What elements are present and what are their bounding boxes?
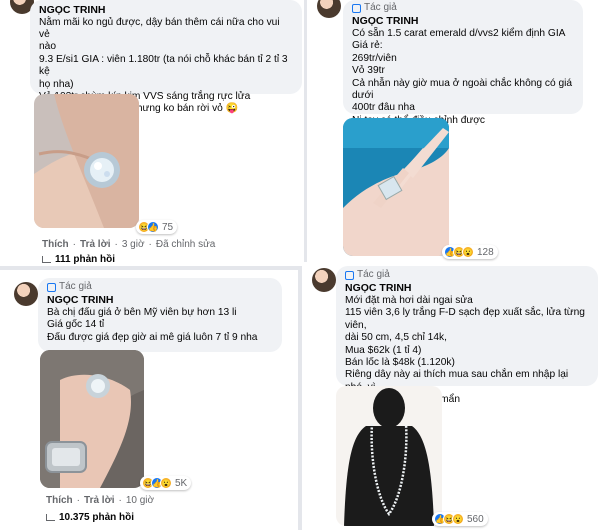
- reaction-summary[interactable]: 👍 😆 😮 560: [432, 512, 488, 526]
- comment-line: Bán lốc là $48k (1.120k): [345, 356, 455, 368]
- reaction-count: 560: [467, 513, 484, 525]
- author-name[interactable]: NGỌC TRINH: [47, 294, 273, 307]
- comment-actions: Thích · Trả lời · 10 giờ: [46, 495, 155, 506]
- comment-line: Có sẵn 1.5 carat emerald d/vvs2 kiểm địn…: [352, 27, 566, 39]
- comment-line: Đấu được giá đẹp giờ ai mê giá luôn 7 tỉ…: [47, 331, 258, 343]
- comment-panel-2: Tác giả NGỌC TRINH Có sẵn 1.5 carat emer…: [307, 0, 600, 266]
- comment-line: Giá gốc 14 tỉ: [47, 319, 105, 331]
- comment-line: họ nha): [39, 78, 74, 90]
- wow-icon: 😮: [160, 477, 172, 489]
- comment-line: dài 50 cm, 4,5 chỉ 14k,: [345, 332, 447, 344]
- comment-time[interactable]: 3 giờ: [122, 239, 145, 250]
- author-tag: Tác giả: [345, 269, 589, 281]
- reply-action[interactable]: Trả lời: [80, 239, 110, 250]
- comment-line: Bà chị đấu giá ở bên Mỹ viên bự hơn 13 l…: [47, 306, 237, 318]
- comment-panel-4: Tác giả NGỌC TRINH Mới đặt mà hơi dài ng…: [302, 262, 600, 530]
- comment-line: Cả nhẫn này giờ mua ở ngoài chắc không c…: [352, 77, 575, 101]
- reply-action[interactable]: Trả lời: [84, 495, 114, 506]
- comment-bubble: Tác giả NGỌC TRINH Bà chị đấu giá ở bên …: [38, 278, 282, 352]
- author-tag: Tác giả: [47, 281, 273, 293]
- comment-bubble: Tác giả NGỌC TRINH Có sẵn 1.5 carat emer…: [343, 0, 583, 126]
- avatar[interactable]: [14, 282, 38, 306]
- author-tag: Tác giả: [352, 2, 574, 14]
- reaction-summary[interactable]: 😆 👍 75: [136, 220, 178, 234]
- view-replies[interactable]: 111 phản hồi: [42, 254, 115, 265]
- comment-line: Vỏ 39tr: [352, 65, 385, 77]
- like-action[interactable]: Thích: [42, 239, 69, 250]
- author-badge-icon: [352, 3, 361, 13]
- author-badge-icon: [345, 270, 354, 280]
- author-name[interactable]: NGỌC TRINH: [39, 4, 293, 17]
- avatar[interactable]: [312, 268, 336, 292]
- reaction-count: 75: [162, 221, 174, 233]
- reaction-count: 5K: [175, 477, 188, 489]
- reply-arrow-icon: [46, 514, 55, 521]
- author-name[interactable]: NGỌC TRINH: [352, 15, 574, 28]
- comment-actions: Thích · Trả lời · 3 giờ · Đã chỉnh sửa: [42, 239, 216, 250]
- comment-bubble: NGỌC TRINH Nằm mãi ko ngủ được, dậy bán …: [30, 0, 302, 114]
- replies-count: 10.375 phản hồi: [59, 512, 135, 523]
- comment-panel-3: Tác giả NGỌC TRINH Bà chị đấu giá ở bên …: [0, 270, 298, 530]
- edited-label: Đã chỉnh sửa: [155, 239, 216, 250]
- author-badge-icon: [47, 282, 56, 292]
- ring-photo[interactable]: [343, 118, 449, 256]
- like-icon: 👍: [147, 221, 159, 233]
- necklace-photo[interactable]: [336, 386, 442, 526]
- replies-count: 111 phản hồi: [55, 254, 116, 265]
- comment-line: Mua $62k (1 tỉ 4): [345, 344, 422, 356]
- ring-photo[interactable]: [34, 94, 139, 228]
- wow-icon: 😮: [452, 513, 464, 525]
- reaction-summary[interactable]: 👍 😆 😮 128: [442, 245, 498, 259]
- avatar[interactable]: [317, 0, 341, 18]
- author-name[interactable]: NGỌC TRINH: [345, 282, 589, 295]
- comment-line: Nằm mãi ko ngủ được, dậy bán thêm cái nữ…: [39, 16, 283, 40]
- reply-arrow-icon: [42, 256, 51, 263]
- like-action[interactable]: Thích: [46, 495, 73, 506]
- comment-time[interactable]: 10 giờ: [126, 495, 154, 506]
- ring-photo[interactable]: [40, 350, 144, 488]
- comment-panel-1: NGỌC TRINH Nằm mãi ko ngủ được, dậy bán …: [0, 0, 304, 266]
- comment-line: Giá rẻ:: [352, 40, 383, 52]
- reaction-summary[interactable]: 😆 👍 😮 5K: [140, 476, 192, 490]
- wow-icon: 😮: [462, 246, 474, 258]
- reaction-count: 128: [477, 246, 494, 258]
- comment-line: Mới đặt mà hơi dài ngai sửa: [345, 294, 473, 306]
- comment-line: 400tr đâu nha: [352, 102, 415, 114]
- comment-line: 115 viên 3,6 ly trắng F-D sạch đẹp xuất …: [345, 307, 588, 331]
- comment-line: nào: [39, 41, 56, 53]
- comment-bubble: Tác giả NGỌC TRINH Mới đặt mà hơi dài ng…: [336, 266, 598, 405]
- comment-line: 269tr/viên: [352, 52, 397, 64]
- comment-line: 9.3 E/si1 GIA : viên 1.180tr (ta nói chỗ…: [39, 53, 291, 78]
- view-replies[interactable]: 10.375 phản hồi: [46, 512, 134, 523]
